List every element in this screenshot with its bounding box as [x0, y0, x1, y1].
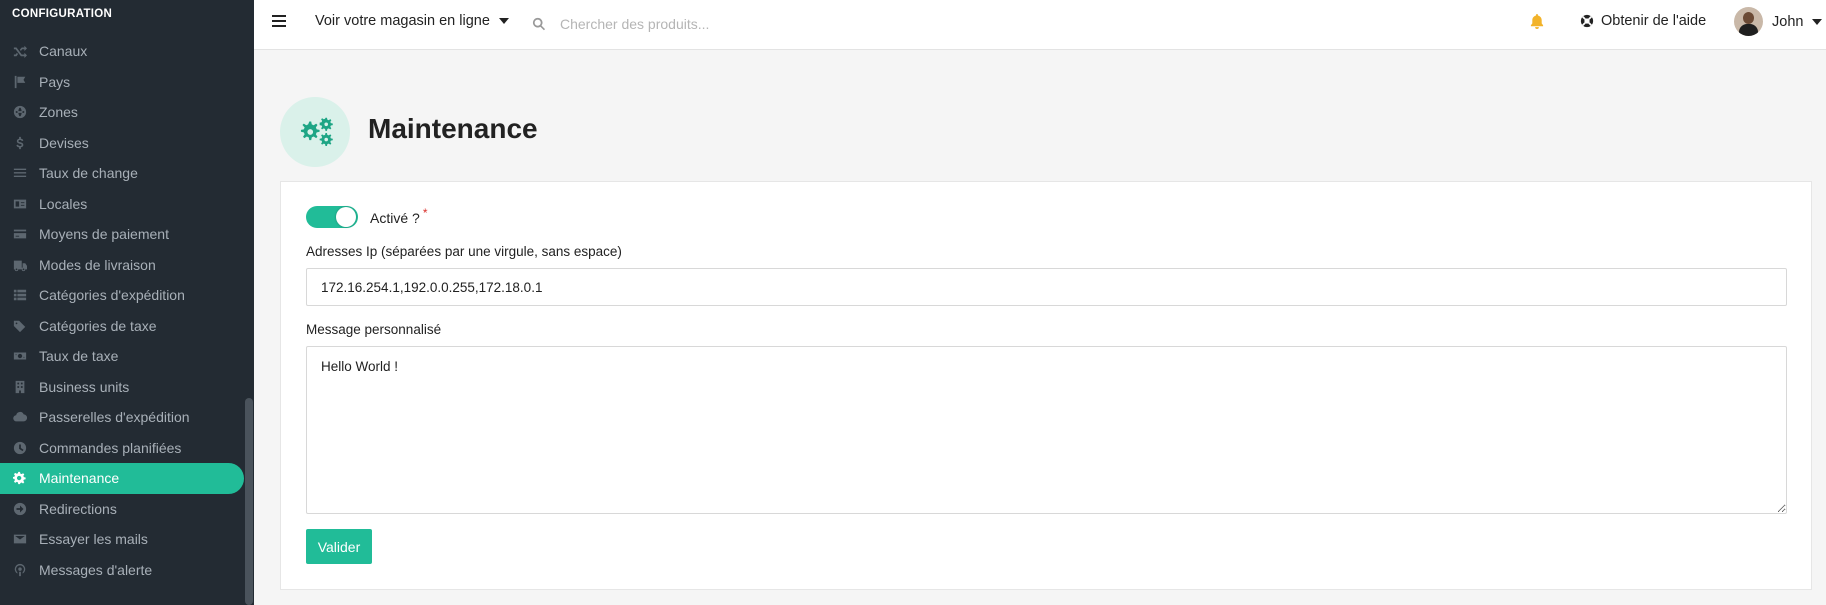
- sidebar-item-label: Modes de livraison: [39, 256, 156, 273]
- sidebar-heading: CONFIGURATION: [12, 8, 113, 20]
- podcast-icon: [12, 562, 28, 578]
- sidebar-item-categories-d-expedition[interactable]: Catégories d'expédition: [0, 280, 244, 311]
- page-title: Maintenance: [368, 113, 538, 144]
- sidebar-item-label: Taux de change: [39, 165, 138, 182]
- sidebar-menu: Canaux Pays Zones Devises Taux de change Loca…: [0, 36, 244, 585]
- sidebar-item-pays[interactable]: Pays: [0, 67, 244, 98]
- search-input[interactable]: [560, 16, 900, 32]
- sidebar-item-modes-de-livraison[interactable]: Modes de livraison: [0, 250, 244, 281]
- cogs-icon: [12, 470, 28, 486]
- life-ring-icon: [1580, 14, 1594, 28]
- globe-icon: [12, 104, 28, 120]
- money-icon: [12, 348, 28, 364]
- menu-toggle-icon[interactable]: [272, 15, 286, 29]
- sidebar-item-devises[interactable]: Devises: [0, 128, 244, 159]
- product-search: [532, 12, 932, 36]
- user-name: John: [1772, 13, 1804, 30]
- help-label: Obtenir de l'aide: [1601, 13, 1707, 29]
- custom-message-field[interactable]: Hello World !: [306, 346, 1787, 514]
- sidebar-item-label: Locales: [39, 195, 88, 212]
- sidebar-item-passerelles-d-expedition[interactable]: Passerelles d'expédition: [0, 402, 244, 433]
- arrow-circle-icon: [12, 501, 28, 517]
- submit-button[interactable]: Valider: [306, 529, 372, 564]
- sidebar-item-label: Pays: [39, 73, 71, 90]
- store-link-dropdown[interactable]: Voir votre magasin en ligne: [315, 13, 509, 29]
- sidebar-item-moyens-de-paiement[interactable]: Moyens de paiement: [0, 219, 244, 250]
- custom-message-label: Message personnalisé: [306, 322, 442, 337]
- sidebar-item-label: Passerelles d'expédition: [39, 409, 190, 426]
- store-link-label: Voir votre magasin en ligne: [315, 13, 490, 29]
- tags-icon: [12, 318, 28, 334]
- flag-icon: [12, 74, 28, 90]
- credit-card-icon: [12, 226, 28, 242]
- sidebar-item-label: Essayer les mails: [39, 531, 148, 548]
- chevron-down-icon: [498, 18, 509, 24]
- sidebar-item-categories-de-taxe[interactable]: Catégories de taxe: [0, 311, 244, 342]
- sidebar-scrollbar-thumb[interactable]: [245, 398, 253, 605]
- sidebar-item-label: Maintenance: [39, 470, 120, 487]
- topbar: Voir votre magasin en ligne Obtenir de l…: [254, 0, 1826, 50]
- toggle-knob: [336, 207, 356, 227]
- clock-icon: [12, 440, 28, 456]
- sidebar-item-label: Taux de taxe: [39, 348, 119, 365]
- sidebar-item-label: Redirections: [39, 500, 117, 517]
- sidebar-item-messages-d-alerte[interactable]: Messages d'alerte: [0, 555, 244, 586]
- sidebar: CONFIGURATION Canaux Pays Zones Devises Taux…: [0, 0, 254, 605]
- sidebar-item-label: Zones: [39, 104, 78, 121]
- sidebar-item-taux-de-change[interactable]: Taux de change: [0, 158, 244, 189]
- sidebar-item-redirections[interactable]: Redirections: [0, 494, 244, 525]
- enabled-label: Activé ? *: [370, 206, 428, 226]
- sidebar-item-label: Devises: [39, 134, 89, 151]
- list-icon: [12, 287, 28, 303]
- ip-addresses-label: Adresses Ip (séparées par une virgule, s…: [306, 244, 622, 259]
- shuffle-icon: [12, 43, 28, 59]
- required-marker: *: [422, 206, 428, 220]
- dollar-icon: [12, 135, 28, 151]
- sidebar-item-business-units[interactable]: Business units: [0, 372, 244, 403]
- user-menu[interactable]: John: [1734, 7, 1823, 36]
- search-icon: [532, 17, 546, 31]
- bars-icon: [12, 165, 28, 181]
- sidebar-item-essayer-les-mails[interactable]: Essayer les mails: [0, 524, 244, 555]
- sidebar-item-commandes-planifiees[interactable]: Commandes planifiées: [0, 433, 244, 464]
- sidebar-item-locales[interactable]: Locales: [0, 189, 244, 220]
- truck-icon: [12, 257, 28, 273]
- sidebar-item-label: Commandes planifiées: [39, 439, 182, 456]
- cloud-icon: [12, 409, 28, 425]
- envelope-icon: [12, 531, 28, 547]
- notifications-bell-icon[interactable]: [1530, 14, 1544, 34]
- enabled-toggle[interactable]: [306, 206, 358, 228]
- sidebar-item-label: Catégories de taxe: [39, 317, 157, 334]
- sidebar-item-label: Catégories d'expédition: [39, 287, 185, 304]
- sidebar-item-label: Business units: [39, 378, 130, 395]
- ip-addresses-field[interactable]: [306, 268, 1787, 306]
- sidebar-item-zones[interactable]: Zones: [0, 97, 244, 128]
- sidebar-item-label: Messages d'alerte: [39, 561, 153, 578]
- sidebar-item-label: Canaux: [39, 43, 88, 60]
- building-icon: [12, 379, 28, 395]
- sidebar-item-label: Moyens de paiement: [39, 226, 169, 243]
- sidebar-item-taux-de-taxe[interactable]: Taux de taxe: [0, 341, 244, 372]
- sidebar-item-maintenance[interactable]: Maintenance: [0, 463, 244, 494]
- cogs-icon: [280, 97, 350, 167]
- language-icon: [12, 196, 28, 212]
- sidebar-item-canaux[interactable]: Canaux: [0, 36, 244, 67]
- help-link[interactable]: Obtenir de l'aide: [1580, 13, 1706, 29]
- chevron-down-icon: [1812, 18, 1823, 25]
- avatar: [1734, 7, 1763, 36]
- maintenance-form: Activé ? * Adresses Ip (séparées par une …: [280, 181, 1812, 590]
